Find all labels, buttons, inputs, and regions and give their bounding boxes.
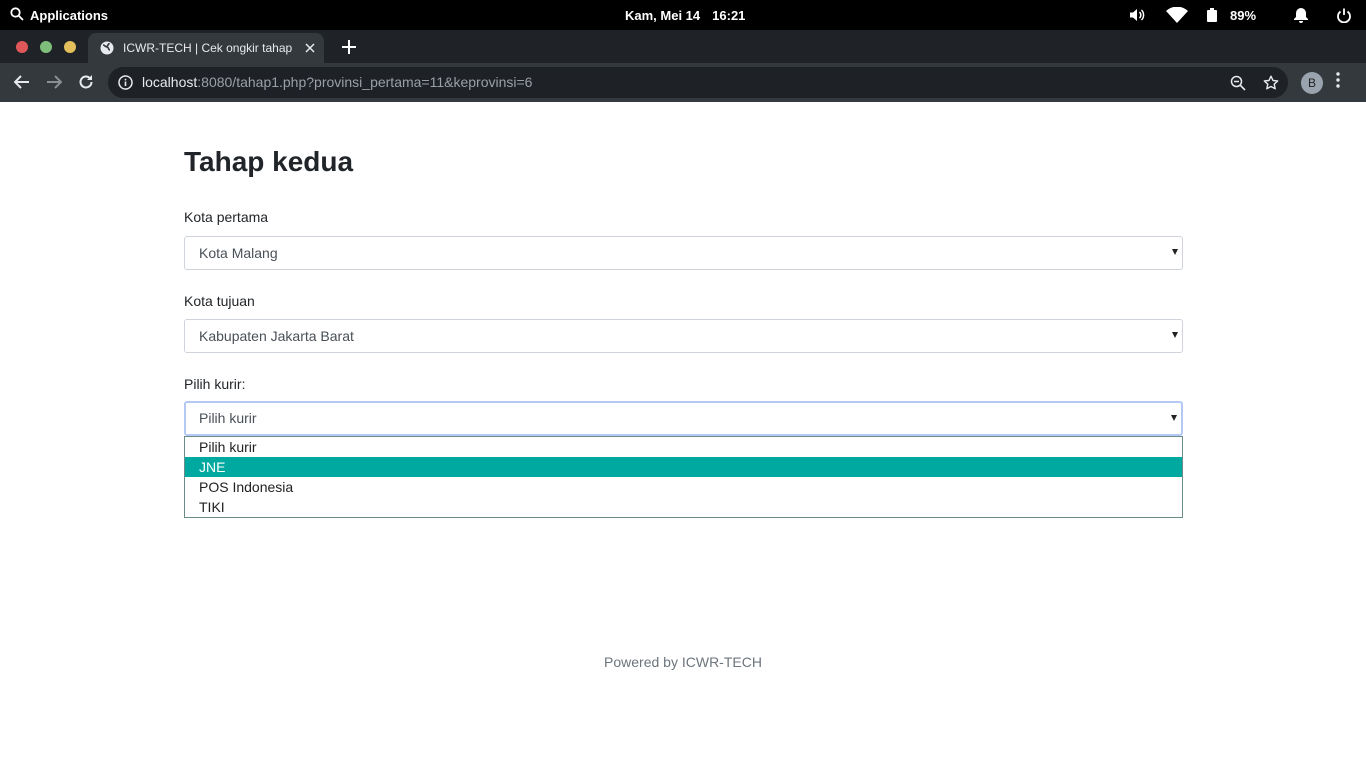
back-arrow-icon[interactable] [12, 72, 32, 92]
chevron-down-icon [1171, 415, 1177, 421]
bookmark-star-icon[interactable] [1263, 75, 1279, 96]
system-tray: 89% [1120, 0, 1366, 30]
origin-city-select[interactable]: Kota Malang [184, 236, 1183, 270]
forward-arrow-icon[interactable] [44, 72, 64, 92]
profile-avatar[interactable]: B [1301, 72, 1323, 94]
search-icon [10, 6, 24, 24]
destination-city-select[interactable]: Kabupaten Jakarta Barat [184, 319, 1183, 353]
url-path: :8080/tahap1.php?provinsi_pertama=11&kep… [197, 74, 533, 90]
battery-percent: 89% [1230, 7, 1257, 23]
info-icon[interactable] [118, 75, 133, 90]
maximize-window-button[interactable] [40, 41, 52, 53]
url-host: localhost [142, 74, 198, 90]
kebab-menu-icon[interactable] [1336, 72, 1340, 93]
globe-icon [100, 41, 114, 55]
clock-time: 16:21 [712, 7, 746, 23]
courier-label: Pilih kurir: [184, 376, 246, 392]
courier-option[interactable]: Pilih kurir [185, 437, 1182, 457]
system-top-panel: Applications Kam, Mei 14 16:21 89% [0, 0, 1366, 30]
new-tab-button[interactable] [340, 38, 358, 56]
applications-menu[interactable]: Applications [10, 0, 108, 30]
close-window-button[interactable] [16, 41, 28, 53]
browser-toolbar: localhost:8080/tahap1.php?provinsi_perta… [0, 63, 1366, 102]
page-title: Tahap kedua [184, 146, 354, 177]
chevron-down-icon [1172, 332, 1178, 338]
tab-active[interactable]: ICWR-TECH | Cek ongkir tahap [88, 33, 324, 63]
courier-option-highlighted[interactable]: JNE [185, 457, 1182, 477]
notification-bell-icon[interactable] [1280, 0, 1322, 30]
url-text[interactable]: localhost:8080/tahap1.php?provinsi_perta… [142, 67, 532, 98]
applications-label: Applications [30, 7, 109, 23]
courier-select[interactable]: Pilih kurir [184, 401, 1183, 436]
address-bar[interactable]: localhost:8080/tahap1.php?provinsi_perta… [108, 67, 1288, 98]
courier-option[interactable]: POS Indonesia [185, 477, 1182, 497]
origin-city-label: Kota pertama [184, 209, 269, 225]
page-content: Tahap kedua Kota pertama Kota Malang Kot… [0, 102, 1366, 768]
wifi-icon[interactable] [1154, 0, 1200, 30]
zoom-icon[interactable] [1230, 75, 1246, 96]
chevron-down-icon [1172, 249, 1178, 255]
reload-icon[interactable] [76, 72, 96, 92]
courier-value: Pilih kurir [199, 410, 257, 426]
volume-icon[interactable] [1120, 0, 1154, 30]
courier-option[interactable]: TIKI [185, 497, 1182, 517]
minimize-window-button[interactable] [64, 41, 76, 53]
courier-dropdown-list: Pilih kurir JNE POS Indonesia TIKI [184, 436, 1183, 518]
footer-credit: Powered by ICWR-TECH [604, 654, 762, 670]
destination-city-value: Kabupaten Jakarta Barat [199, 328, 354, 344]
tab-title: ICWR-TECH | Cek ongkir tahap [123, 41, 293, 55]
clock[interactable]: Kam, Mei 14 16:21 [625, 0, 745, 30]
battery-icon[interactable] [1200, 0, 1224, 30]
power-icon[interactable] [1322, 0, 1366, 30]
destination-city-label: Kota tujuan [184, 293, 255, 309]
clock-date: Kam, Mei 14 [625, 7, 701, 23]
tab-close-icon[interactable] [303, 41, 317, 55]
origin-city-value: Kota Malang [199, 245, 278, 261]
